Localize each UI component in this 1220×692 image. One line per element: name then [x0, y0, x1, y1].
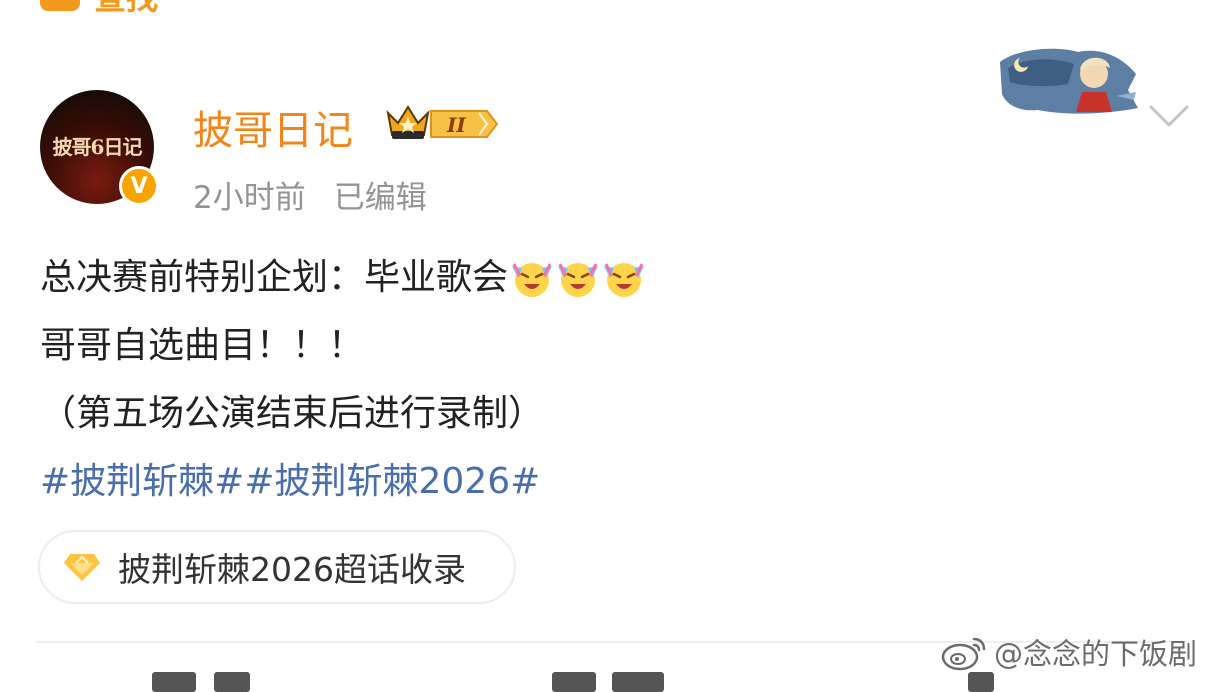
- level-badge-text: II: [446, 113, 466, 137]
- laughing-tears-emoji: [604, 263, 645, 297]
- watermark-text: @念念的下饭剧: [994, 637, 1198, 671]
- like-icon[interactable]: [968, 672, 994, 692]
- comment-count: [612, 672, 664, 692]
- post-text-line-3: （第五场公演结束后进行录制）: [40, 393, 545, 434]
- top-toolbar-peek: 查找: [40, 0, 158, 17]
- laughing-tears-emoji: [512, 263, 553, 297]
- verified-mark: V: [130, 173, 148, 199]
- toolbar-label[interactable]: 查找: [94, 0, 158, 19]
- laughing-tears-emoji: [558, 263, 599, 297]
- post-line: 总决赛前特别企划：毕业歌会: [40, 244, 1190, 312]
- hashtag-links[interactable]: #披荆斩棘##披荆斩棘2026#: [40, 448, 540, 516]
- repost-icon[interactable]: [152, 672, 196, 692]
- header-illustration: [1000, 48, 1138, 114]
- post-text-line-1: 总决赛前特别企划：毕业歌会: [40, 257, 509, 298]
- repost-count: [214, 672, 250, 692]
- super-topic-pill[interactable]: 披荆斩棘2026超话收录: [38, 530, 516, 604]
- crown-icon: [386, 105, 430, 139]
- post-time: 2小时前: [193, 180, 306, 216]
- post-meta: 2小时前 已编辑: [193, 172, 427, 217]
- avatar-text: 披哥6日记: [52, 134, 143, 159]
- post-line: 哥哥自选曲目！！！: [40, 312, 1190, 380]
- post-line: #披荆斩棘##披荆斩棘2026#: [40, 448, 1190, 516]
- diamond-icon: [64, 554, 100, 581]
- super-topic-label: 披荆斩棘2026超话收录: [118, 550, 466, 589]
- author-name[interactable]: 披哥日记: [193, 98, 353, 156]
- member-level-badge[interactable]: II: [429, 107, 499, 141]
- post-text-line-2: 哥哥自选曲目！！！: [40, 325, 365, 366]
- toolbar-icon: [40, 0, 80, 11]
- comment-icon[interactable]: [552, 672, 596, 692]
- chevron-down-icon[interactable]: [1148, 101, 1190, 131]
- watermark: @念念的下饭剧: [940, 632, 1197, 672]
- weibo-icon: [941, 637, 986, 671]
- edited-label[interactable]: 已编辑: [334, 172, 427, 217]
- post-body: 总决赛前特别企划：毕业歌会 哥哥自选曲目！！！ （第五场公演结束后进行录制） #…: [40, 244, 1190, 516]
- post-line: （第五场公演结束后进行录制）: [40, 380, 1190, 448]
- verified-badge-icon: V: [119, 166, 159, 206]
